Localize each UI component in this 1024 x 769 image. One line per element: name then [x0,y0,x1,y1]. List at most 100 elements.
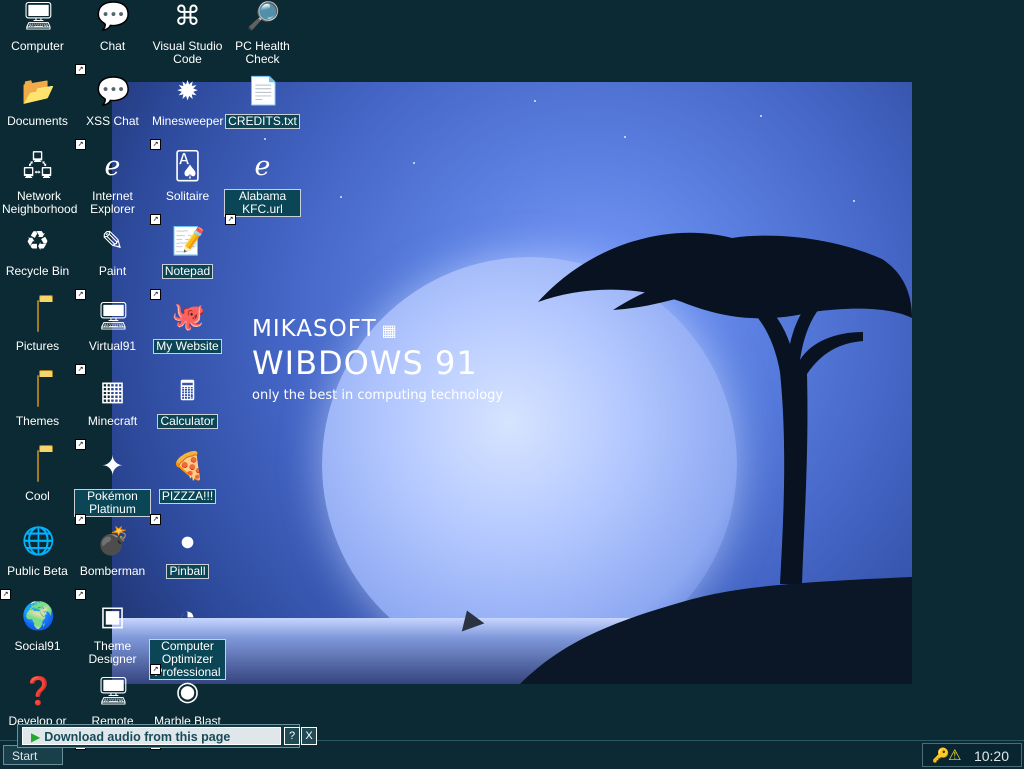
start-label: Start [12,749,38,763]
desktop-icon-label: Documents [7,114,68,128]
desktop-icon-pictures[interactable]: Pictures [0,300,75,375]
chat-bubble-icon: 💬 [96,1,131,31]
text-file-icon: 📄 [246,76,281,106]
mine-icon: ✹ [176,76,199,106]
desktop-icon-public-beta[interactable]: 🌐 ↗ Public Beta [0,525,75,600]
remote-desktop-icon: 🖥 [96,676,131,706]
desktop-icon-virtual91[interactable]: 🖥 ↗ Virtual91 [75,300,150,375]
desktop-icon-label: Visual Studio Code [152,39,223,66]
shortcut-arrow-icon: ↗ [75,589,86,600]
desktop-icon-network-neighborhood[interactable]: 🖧 Network Neighborhood [0,150,78,225]
desktop-icon-label: Social91 [14,639,61,653]
desktop-icon-pc-health-check[interactable]: 🔎 PC Health Check [225,0,300,75]
cards-icon: 🂡 [173,151,202,181]
brand-product: WIBDOWS 91 [252,344,478,382]
network-icon: 🖧 [22,151,53,181]
desktop-icon-cool[interactable]: Cool [0,450,75,525]
desktop-icon-label: Minesweeper [152,114,224,128]
desktop-icon-label: Paint [98,264,127,278]
desktop-icon-social91[interactable]: 🌍 Social91 [0,600,75,675]
system-tray: 🔑 ⚠ 10:20 [922,743,1022,767]
bomberman-icon: 💣 [96,526,131,556]
globe-icon: 🌍 [21,601,56,631]
desktop-icon-label: Computer [11,39,64,53]
desktop-icon-bomberman[interactable]: 💣 ↗ Bomberman [75,525,150,600]
globe-icon: 🌐 [21,526,56,556]
desktop-icon-minecraft[interactable]: ▦ ↗ Minecraft [75,375,150,450]
desktop-icon-pokemon-platinum[interactable]: ✦ ↗ Pokémon Platinum [74,450,151,525]
desktop-icon-notepad[interactable]: 📝 ↗ Notepad [150,225,225,300]
calculator-icon: 🖩 [179,376,196,406]
desktop-icon-label: Virtual91 [88,339,137,353]
desktop-icon-label: Bomberman [79,564,146,578]
brand-tagline: only the best in computing technology [252,388,504,403]
tray-warning-icon[interactable]: ⚠ [948,746,961,764]
shortcut-arrow-icon: ↗ [75,139,86,150]
desktop-icon-theme-designer[interactable]: ▣ Theme Designer [75,600,150,675]
github-icon: 🐙 [171,301,206,331]
desktop-icon-visual-studio-code[interactable]: ⌘ Visual Studio Code [150,0,225,75]
desktop-icon-computer[interactable]: 🖥 Computer [0,0,75,75]
folder-icon [22,300,54,332]
desktop-icon-pinball[interactable]: ● Pinball [150,525,225,600]
desktop-icon-label: Minecraft [87,414,138,428]
desktop-icon-label: Theme Designer [88,639,137,666]
marble-icon: ◉ [175,676,200,706]
pinball-icon: ● [179,526,196,556]
desktop-icon-label: Pokémon Platinum [74,489,151,517]
desktop-icon-label: Chat [99,39,126,53]
desktop-icon-recycle-bin[interactable]: ♻ Recycle Bin [0,225,75,300]
shortcut-arrow-icon: ↗ [75,64,86,75]
desktop-icon-calculator[interactable]: 🖩 Calculator [150,375,225,450]
desktop-icon-chat[interactable]: 💬 ↗ Chat [75,0,150,75]
desktop-icon-documents[interactable]: 📂 Documents [0,75,75,150]
folder-shape [36,375,39,407]
desktop-icon-my-website[interactable]: 🐙 My Website [150,300,225,375]
desktop-icon-credits-txt[interactable]: 📄 CREDITS.txt [225,75,300,150]
desktop-icon-label: XSS Chat [86,114,139,128]
shortcut-arrow-icon: ↗ [150,289,161,300]
desktop-icon-label: Calculator [157,414,218,429]
desktop-icon-pizza[interactable]: 🍕 ↗ PIZZZA!!! [150,450,225,525]
notepad-icon: 📝 [171,226,206,256]
desktop-icon-themes[interactable]: Themes [0,375,75,450]
clock: 10:20 [973,748,1009,764]
desktop-icon-xss-chat[interactable]: 💬 ↗ XSS Chat [75,75,150,150]
internet-explorer-icon: ℯ [104,151,121,181]
desktop-icon-label: Cool [25,489,50,503]
close-button[interactable]: X [301,727,317,745]
desktop-icon-label: Alabama KFC.url [224,189,301,217]
desktop-icon-internet-explorer[interactable]: ℯ Internet Explorer [75,150,150,225]
shortcut-arrow-icon: ↗ [75,289,86,300]
brand-maker: MIKASOFT ▦ [252,316,503,342]
shortcut-arrow-icon: ↗ [0,589,11,600]
folder-icon [22,375,54,407]
desktop-icon-paint[interactable]: ✎ ↗ Paint [75,225,150,300]
desktop-icon-label: Network Neighborhood [2,189,78,216]
minecraft-block-icon: ▦ [99,376,126,406]
internet-shortcut-icon: ℯ [254,151,271,181]
desktop-icon-label: PC Health Check [235,39,290,66]
recycle-bin-icon: ♻ [25,226,50,256]
warning-chat-icon: 💬 [96,76,131,106]
shortcut-arrow-icon: ↗ [150,214,161,225]
shortcut-arrow-icon: ↗ [150,139,161,150]
computer-icon: 🖥 [21,1,56,31]
desktop-icon-solitaire[interactable]: 🂡 ↗ Solitaire [150,150,225,225]
desktop-branding: MIKASOFT ▦ WIBDOWS 91 only the best in co… [252,316,503,403]
desktop-icon-label: My Website [153,339,222,354]
folder-shape [36,300,39,332]
window-icon: ▣ [99,601,126,631]
download-audio-button[interactable]: ▶ Download audio from this page [22,727,281,745]
desktop-icon-label: Recycle Bin [5,264,70,278]
shortcut-arrow-icon: ↗ [75,439,86,450]
shortcut-arrow-icon: ↗ [225,214,236,225]
tray-key-icon[interactable]: 🔑 [932,747,949,764]
desktop-icon-alabama-kfc-url[interactable]: ℯ ↗ Alabama KFC.url [224,150,301,225]
shortcut-arrow-icon: ↗ [150,664,161,675]
help-button[interactable]: ? [284,727,300,745]
desktop-icon-computer-optimizer-professional[interactable]: ◔ ↗ Computer Optimizer Professional [149,600,226,680]
desktop-icon-minesweeper[interactable]: ✹ ↗ Minesweeper [150,75,225,150]
folder-documents-icon: 📂 [21,76,56,106]
computer-icon: 🖥 [96,301,131,331]
